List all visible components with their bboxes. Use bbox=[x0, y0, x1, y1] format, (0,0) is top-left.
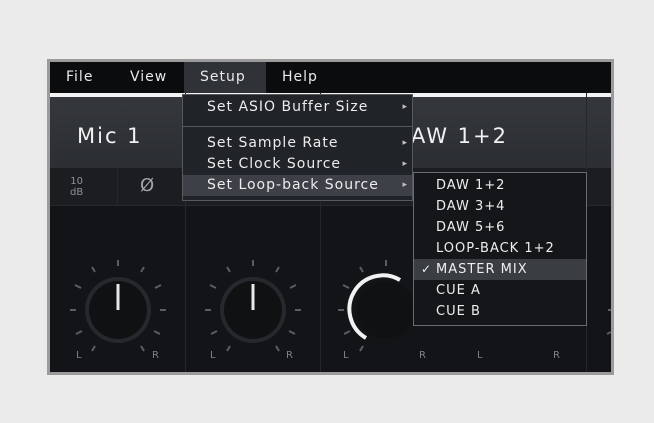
pan-knob-partial bbox=[606, 309, 611, 335]
menu-item-loopback-source[interactable]: Set Loop-back Source ▸ bbox=[183, 175, 412, 196]
submenu-arrow-icon: ▸ bbox=[402, 138, 408, 148]
divider bbox=[117, 168, 118, 206]
loopback-option-cue-b[interactable]: CUE B bbox=[414, 301, 586, 322]
check-icon: ✓ bbox=[421, 262, 433, 276]
loopback-option-loop-back-1-2[interactable]: LOOP-BACK 1+2 bbox=[414, 238, 586, 259]
menu-item-label: Set Loop-back Source bbox=[207, 177, 379, 193]
menu-view[interactable]: View bbox=[114, 62, 183, 93]
pan-left-label: L bbox=[210, 350, 216, 361]
pan-left-label: L bbox=[343, 350, 349, 361]
channel-title-mic-1: Mic 1 bbox=[77, 124, 143, 148]
menu-setup[interactable]: Setup bbox=[184, 62, 266, 93]
loopback-option-daw-3-4[interactable]: DAW 3+4 bbox=[414, 196, 586, 217]
menu-bar: File View Setup Help bbox=[50, 62, 611, 93]
channel-title-daw-1-2: AW 1+2 bbox=[411, 124, 508, 148]
menu-item-label: Set Sample Rate bbox=[207, 135, 339, 151]
loopback-option-daw-1-2[interactable]: DAW 1+2 bbox=[414, 175, 586, 196]
submenu-arrow-icon: ▸ bbox=[402, 180, 408, 190]
phase-invert-button[interactable]: Ø bbox=[140, 175, 154, 196]
menu-item-label: Set ASIO Buffer Size bbox=[207, 99, 369, 115]
menu-file[interactable]: File bbox=[50, 62, 109, 93]
pan-knob[interactable] bbox=[197, 252, 309, 364]
gain-button[interactable]: 10 dB bbox=[70, 176, 83, 198]
loopback-option-cue-a[interactable]: CUE A bbox=[414, 280, 586, 301]
menu-help[interactable]: Help bbox=[266, 62, 334, 93]
gain-value: 10 bbox=[70, 176, 83, 187]
setup-dropdown-menu: Set ASIO Buffer Size ▸ Set Sample Rate ▸… bbox=[182, 94, 413, 201]
menu-separator bbox=[183, 126, 412, 127]
menu-item-label: Set Clock Source bbox=[207, 156, 342, 172]
loopback-option-master-mix[interactable]: ✓ MASTER MIX bbox=[414, 259, 586, 280]
loopback-option-daw-5-6[interactable]: DAW 5+6 bbox=[414, 217, 586, 238]
pan-left-label: L bbox=[76, 350, 82, 361]
pan-right-label: R bbox=[553, 350, 560, 361]
pan-right-label: R bbox=[152, 350, 159, 361]
menu-item-clock-source[interactable]: Set Clock Source ▸ bbox=[183, 154, 412, 175]
pan-right-label: R bbox=[286, 350, 293, 361]
menu-item-sample-rate[interactable]: Set Sample Rate ▸ bbox=[183, 133, 412, 154]
submenu-arrow-icon: ▸ bbox=[402, 159, 408, 169]
pan-left-label: L bbox=[477, 350, 483, 361]
pan-knob[interactable] bbox=[62, 252, 174, 364]
loopback-option-label: MASTER MIX bbox=[436, 262, 528, 277]
pan-right-label: R bbox=[419, 350, 426, 361]
loopback-source-submenu: DAW 1+2 DAW 3+4 DAW 5+6 LOOP-BACK 1+2 ✓ … bbox=[413, 172, 587, 326]
gain-unit: dB bbox=[70, 187, 84, 198]
menu-item-asio-buffer-size[interactable]: Set ASIO Buffer Size ▸ bbox=[183, 97, 412, 118]
submenu-arrow-icon: ▸ bbox=[402, 102, 408, 112]
